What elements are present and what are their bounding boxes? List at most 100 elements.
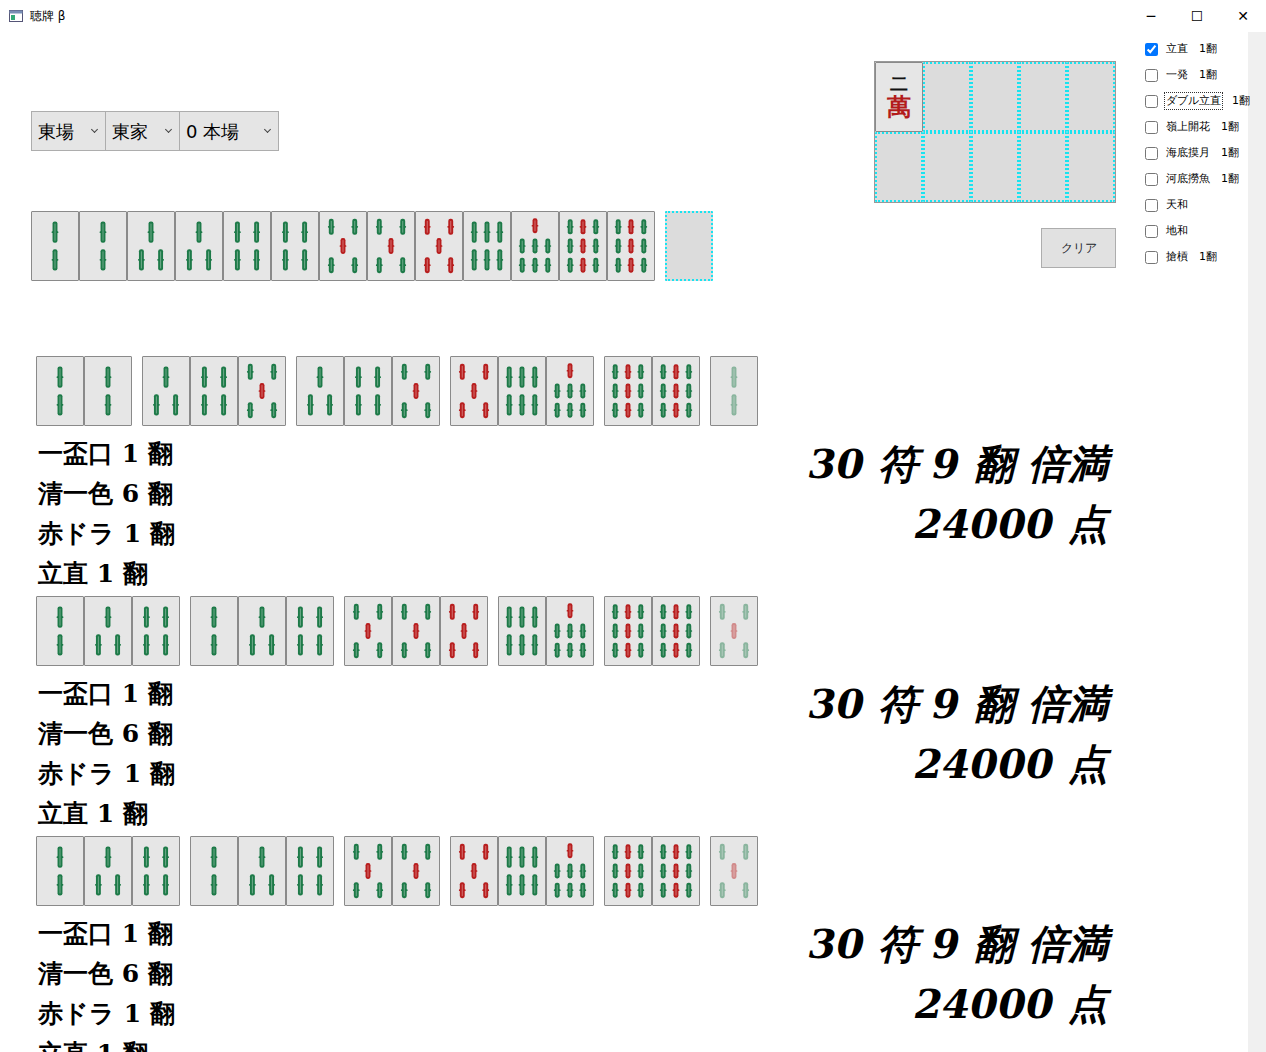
tile[interactable] xyxy=(319,211,367,281)
option-item[interactable]: 搶槓1翻 xyxy=(1141,244,1248,270)
result-item: 一盃口 1 翻清一色 6 翻赤ドラ 1 翻立直 1 翻 30 符 9 翻 倍満24… xyxy=(36,836,1146,1052)
bamboo-icon xyxy=(394,599,438,663)
option-checkbox[interactable] xyxy=(1145,43,1158,56)
empty-slot[interactable] xyxy=(1019,132,1067,202)
bamboo-icon xyxy=(346,839,390,903)
tile xyxy=(36,596,84,666)
dora-area: 二萬クリア xyxy=(874,61,1116,268)
tile[interactable] xyxy=(223,211,271,281)
tile xyxy=(440,596,488,666)
bamboo-icon xyxy=(288,839,332,903)
empty-slot[interactable] xyxy=(971,132,1019,202)
tile xyxy=(498,356,546,426)
option-item[interactable]: 一発1翻 xyxy=(1141,62,1248,88)
bamboo-icon xyxy=(417,214,461,278)
results-list[interactable]: 一盃口 1 翻清一色 6 翻赤ドラ 1 翻立直 1 翻30 符 9 翻 倍満24… xyxy=(31,322,1146,1052)
empty-slot[interactable] xyxy=(1067,132,1115,202)
empty-slot[interactable] xyxy=(1019,62,1067,132)
tile[interactable]: 二萬 xyxy=(875,62,923,132)
option-item[interactable]: 嶺上開花1翻 xyxy=(1141,114,1248,140)
result-tiles xyxy=(36,596,1146,666)
tile xyxy=(546,356,594,426)
bamboo-icon xyxy=(86,839,130,903)
result-item: 一盃口 1 翻清一色 6 翻赤ドラ 1 翻立直 1 翻30 符 9 翻 倍満24… xyxy=(36,596,1146,836)
minimize-button[interactable]: ─ xyxy=(1128,0,1174,32)
option-label: 海底摸月 xyxy=(1164,144,1212,163)
score-points: 24000 点 xyxy=(809,974,1108,1034)
tile xyxy=(710,356,758,426)
option-item[interactable]: 地和 xyxy=(1141,218,1248,244)
select-value: 0 本場 xyxy=(186,118,239,145)
tile[interactable] xyxy=(511,211,559,281)
round-select[interactable]: 東家 xyxy=(105,111,180,151)
tile xyxy=(238,596,286,666)
option-checkbox[interactable] xyxy=(1145,199,1158,212)
round-select[interactable]: 0 本場 xyxy=(179,111,279,151)
tile-group xyxy=(142,356,286,426)
tile xyxy=(546,596,594,666)
option-item[interactable]: ダブル立直1翻 xyxy=(1141,88,1248,114)
empty-slot[interactable] xyxy=(923,62,971,132)
tile[interactable] xyxy=(271,211,319,281)
app-icon xyxy=(8,8,24,24)
option-item[interactable]: 海底摸月1翻 xyxy=(1141,140,1248,166)
bamboo-icon xyxy=(394,839,438,903)
tile xyxy=(190,836,238,906)
option-checkbox[interactable] xyxy=(1145,147,1158,160)
option-checkbox[interactable] xyxy=(1145,121,1158,134)
tile[interactable] xyxy=(175,211,223,281)
bamboo-icon xyxy=(513,214,557,278)
tile xyxy=(498,596,546,666)
option-checkbox[interactable] xyxy=(1145,225,1158,238)
input-area: 東場東家0 本場 二萬クリア xyxy=(31,32,1116,281)
tile xyxy=(392,356,440,426)
empty-slot[interactable] xyxy=(875,132,923,202)
option-item[interactable]: 天和 xyxy=(1141,192,1248,218)
option-checkbox[interactable] xyxy=(1145,95,1158,108)
empty-slot[interactable] xyxy=(923,132,971,202)
tile[interactable] xyxy=(415,211,463,281)
empty-slot[interactable] xyxy=(1067,62,1115,132)
tile[interactable] xyxy=(31,211,79,281)
tile[interactable] xyxy=(127,211,175,281)
tile xyxy=(710,596,758,666)
tile[interactable] xyxy=(559,211,607,281)
tile[interactable] xyxy=(463,211,511,281)
option-checkbox[interactable] xyxy=(1145,251,1158,264)
bamboo-icon xyxy=(86,359,130,423)
option-checkbox[interactable] xyxy=(1145,69,1158,82)
empty-slot[interactable] xyxy=(971,62,1019,132)
bamboo-icon xyxy=(240,599,284,663)
option-item[interactable]: 立直1翻 xyxy=(1141,36,1248,62)
score-points: 24000 点 xyxy=(809,494,1108,554)
bamboo-icon xyxy=(712,599,756,663)
tile-suit: 萬 xyxy=(887,94,911,120)
yaku-list: 一盃口 1 翻清一色 6 翻赤ドラ 1 翻立直 1 翻 xyxy=(36,914,175,1052)
tile-group xyxy=(36,596,180,666)
maximize-button[interactable]: ☐ xyxy=(1174,0,1220,32)
tile[interactable] xyxy=(607,211,655,281)
score-han: 30 符 9 翻 倍満 xyxy=(809,674,1108,734)
score: 30 符 9 翻 倍満24000 点 xyxy=(809,914,1108,1052)
tile xyxy=(286,596,334,666)
tile[interactable] xyxy=(367,211,415,281)
bamboo-icon xyxy=(192,839,236,903)
close-button[interactable]: ✕ xyxy=(1220,0,1266,32)
bamboo-icon xyxy=(321,214,365,278)
chevron-icon xyxy=(264,125,271,132)
tile xyxy=(36,836,84,906)
empty-slot[interactable] xyxy=(665,211,713,281)
tile-group xyxy=(190,836,334,906)
round-select[interactable]: 東場 xyxy=(31,111,106,151)
tile xyxy=(238,356,286,426)
option-checkbox[interactable] xyxy=(1145,173,1158,186)
tile[interactable] xyxy=(79,211,127,281)
bamboo-icon xyxy=(606,599,650,663)
bamboo-icon xyxy=(38,599,82,663)
clear-button[interactable]: クリア xyxy=(1041,228,1116,268)
option-item[interactable]: 河底撈魚1翻 xyxy=(1141,166,1248,192)
option-name: ダブル立直 xyxy=(1166,94,1221,107)
yaku-line: 立直 1 翻 xyxy=(36,554,175,594)
app-body: 東場東家0 本場 二萬クリア一盃口 1 翻清一色 6 翻赤ドラ 1 翻立直 1 翻… xyxy=(0,32,1266,1052)
bamboo-icon xyxy=(192,359,236,423)
